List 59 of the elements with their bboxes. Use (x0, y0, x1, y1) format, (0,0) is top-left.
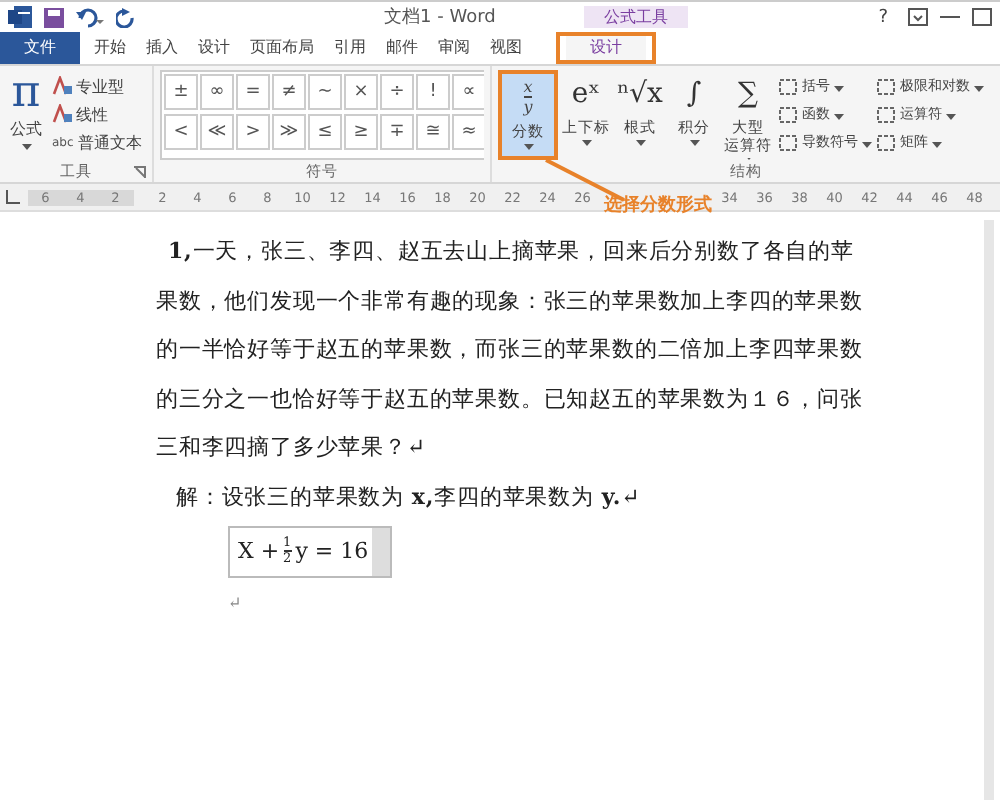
caret-icon (689, 140, 699, 146)
format-option[interactable]: 普通文本 (77, 131, 142, 153)
symbol-button[interactable]: ≪ (200, 114, 234, 150)
caret-icon (946, 113, 956, 119)
ribbon-tab[interactable]: 设计 (566, 36, 646, 60)
word-logo-icon (8, 6, 32, 28)
caret-icon (932, 141, 942, 147)
symbol-button[interactable]: = (236, 74, 270, 110)
symbol-button[interactable]: ! (416, 74, 450, 110)
help-button[interactable]: ? (878, 7, 888, 27)
caret-icon (523, 144, 533, 150)
symbol-button[interactable]: ∓ (380, 114, 414, 150)
format-icon (52, 104, 72, 124)
caret-icon (862, 141, 872, 147)
tab-stop-icon[interactable] (6, 190, 20, 204)
format-option[interactable]: 专业型 (76, 75, 124, 97)
undo-icon[interactable] (76, 7, 104, 27)
symbol-button[interactable]: ∞ (200, 74, 234, 110)
equation-button[interactable]: π 公式 (6, 70, 46, 160)
symbol-button[interactable]: ≅ (416, 114, 450, 150)
dialog-launcher-icon[interactable] (134, 165, 146, 177)
ribbon-tab[interactable]: 插入 (136, 32, 188, 64)
symbol-button[interactable]: > (236, 114, 270, 150)
context-label: 公式工具 (583, 6, 688, 28)
symbol-button[interactable]: ± (164, 74, 198, 110)
paragraph-mark: ↵ (228, 593, 244, 611)
caret-icon (635, 140, 645, 146)
ribbon-display-icon[interactable] (908, 8, 928, 26)
symbol-button[interactable]: ~ (308, 74, 342, 110)
symbol-button[interactable]: ≤ (308, 114, 342, 150)
caret-icon (834, 113, 844, 119)
caret-icon (974, 85, 984, 91)
ribbon-tab[interactable]: 邮件 (376, 32, 428, 64)
ribbon-tab[interactable]: 引用 (324, 32, 376, 64)
symbol-button[interactable]: ≈ (452, 114, 484, 150)
ribbon-tab[interactable]: 设计 (188, 32, 240, 64)
symbol-button[interactable]: ÷ (380, 74, 414, 110)
symbol-button[interactable]: ∝ (452, 74, 484, 110)
ribbon-tab[interactable]: 视图 (480, 32, 532, 64)
scrollbar[interactable] (984, 220, 994, 800)
format-icon (52, 76, 72, 96)
ribbon-tab[interactable]: 审阅 (428, 32, 480, 64)
symbol-button[interactable]: × (344, 74, 378, 110)
caret-icon (834, 85, 844, 91)
symbol-button[interactable]: ≥ (344, 114, 378, 150)
ribbon-tab[interactable]: 开始 (84, 32, 136, 64)
format-option[interactable]: 线性 (76, 103, 108, 125)
maximize-icon[interactable] (972, 8, 992, 26)
caret-icon (581, 140, 591, 146)
solution-line: 解：设张三的苹果数为 x,李四的苹果数为 y.↵ (176, 481, 643, 513)
symbol-button[interactable]: ≠ (272, 74, 306, 110)
window-title: 文档1 - Word (384, 5, 496, 30)
ribbon-tab[interactable]: 文件 (0, 32, 80, 64)
caret-icon (21, 144, 31, 150)
symbol-button[interactable]: ≫ (272, 114, 306, 150)
ribbon-tab[interactable]: 页面布局 (240, 32, 324, 64)
redo-icon[interactable] (116, 7, 136, 27)
save-icon[interactable] (44, 7, 64, 27)
symbol-button[interactable]: < (164, 114, 198, 150)
